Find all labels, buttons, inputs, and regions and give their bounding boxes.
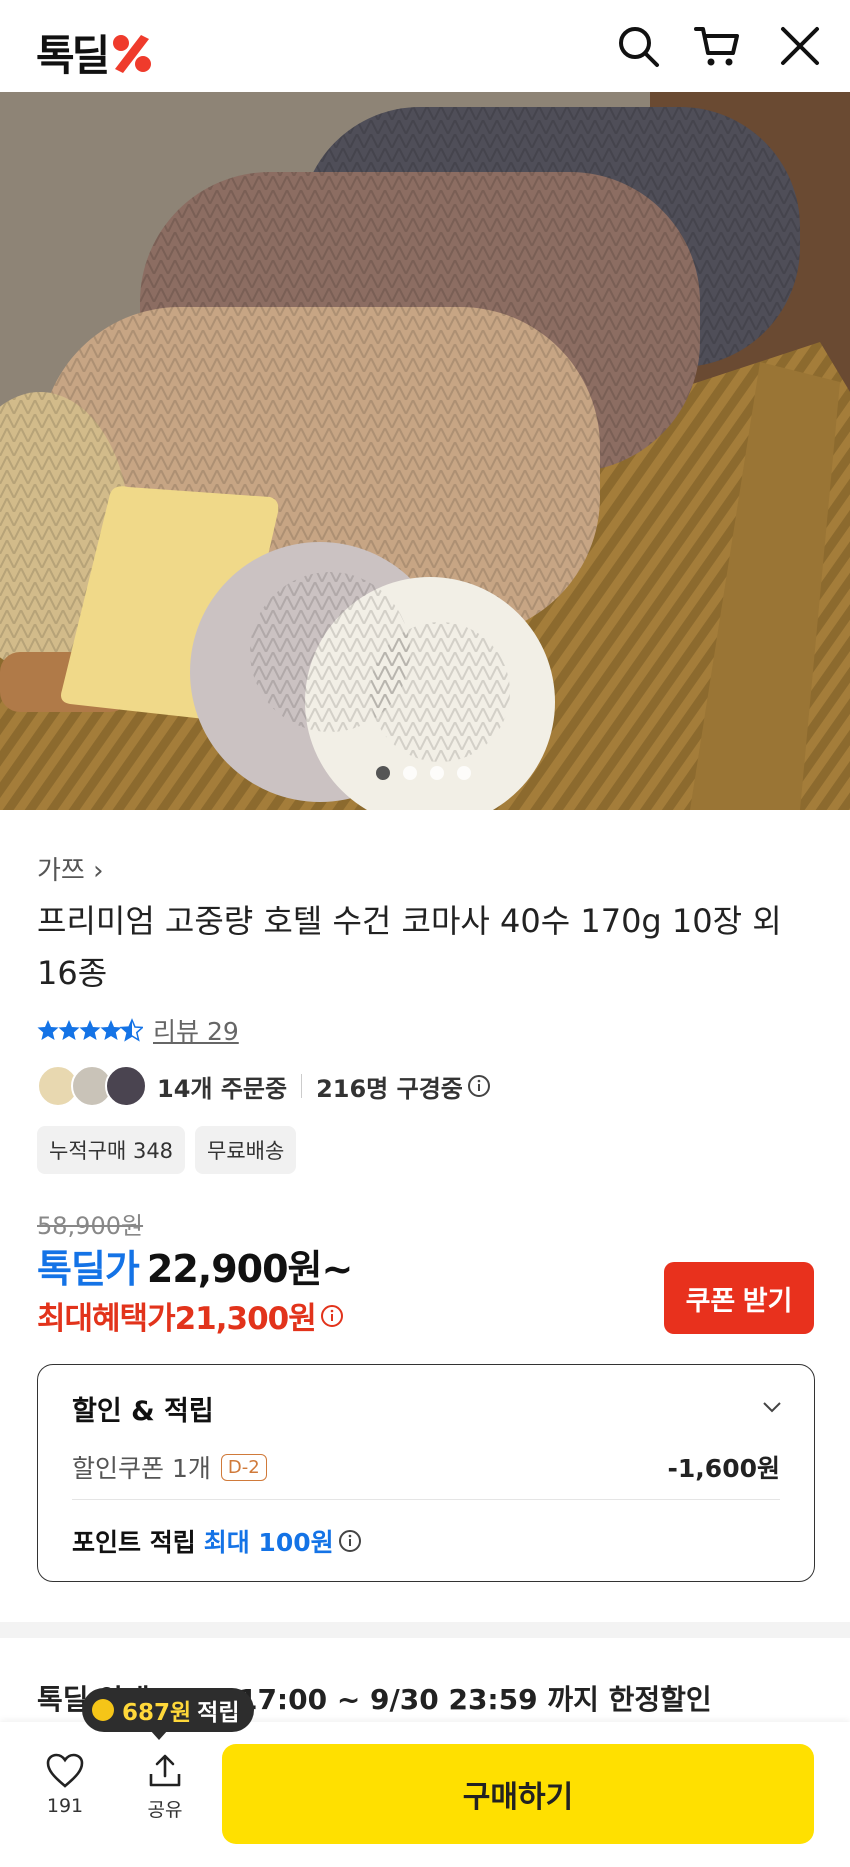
point-label: 포인트 적립 xyxy=(72,1528,196,1557)
info-icon[interactable] xyxy=(320,1304,344,1328)
deal-price-label: 톡딜가 xyxy=(37,1247,140,1291)
search-icon[interactable] xyxy=(614,22,662,70)
share-icon xyxy=(149,1754,181,1787)
max-benefit-label: 최대혜택가 xyxy=(37,1301,176,1337)
percent-logo-icon xyxy=(111,31,153,75)
discount-coupon-row: 할인쿠폰 1개 D-2 xyxy=(72,1449,267,1485)
brand-name: 가쯔 xyxy=(37,856,85,886)
pagination-dot[interactable] xyxy=(430,766,444,780)
logo-text: 톡딜 xyxy=(36,31,110,80)
chevron-right-icon: › xyxy=(93,856,104,886)
info-icon[interactable] xyxy=(338,1529,362,1553)
buy-button[interactable]: 구매하기 xyxy=(222,1744,814,1844)
logo[interactable]: 톡딜 xyxy=(36,22,153,83)
share-label: 공유 xyxy=(147,1799,183,1821)
benefits-title: 할인 & 적립 xyxy=(72,1396,214,1427)
bubble-tail xyxy=(150,1730,168,1740)
cart-icon[interactable] xyxy=(693,22,741,70)
get-coupon-button[interactable]: 쿠폰 받기 xyxy=(664,1262,814,1334)
heart-icon xyxy=(46,1753,84,1788)
coin-icon xyxy=(92,1699,114,1721)
brand-link[interactable]: 가쯔 › xyxy=(37,850,104,887)
pagination-dot[interactable] xyxy=(403,766,417,780)
pagination-dot[interactable] xyxy=(457,766,471,780)
max-benefit-price: 21,300원 xyxy=(174,1301,317,1337)
point-max: 최대 100원 xyxy=(203,1528,334,1557)
deal-price: 22,900원~ xyxy=(146,1247,353,1291)
chevron-down-icon[interactable] xyxy=(760,1395,784,1419)
divider xyxy=(301,1074,303,1098)
top-header: 톡딜 xyxy=(0,0,850,92)
point-reward-suffix: 적립 xyxy=(197,1700,240,1726)
ordering-count: 14개 주문중 xyxy=(157,1074,288,1103)
pagination-dot[interactable] xyxy=(376,766,390,780)
original-price: 58,900원 xyxy=(37,1212,144,1240)
point-row: 포인트 적립 최대 100원 xyxy=(72,1523,362,1559)
like-button[interactable]: 191 xyxy=(25,1752,105,1817)
tag-cumulative-purchases: 누적구매 348 xyxy=(37,1126,186,1174)
divider xyxy=(72,1499,780,1500)
review-link[interactable]: 리뷰 29 xyxy=(153,1012,239,1048)
point-reward-amount: 687원 xyxy=(122,1700,192,1726)
avatar xyxy=(105,1065,147,1107)
tag-list: 누적구매 348 무료배송 xyxy=(37,1126,297,1174)
section-divider xyxy=(0,1622,850,1638)
bottom-action-bar: 191 공유 구매하기 xyxy=(0,1722,850,1867)
point-reward-bubble: 687원 적립 xyxy=(82,1688,254,1732)
product-image[interactable] xyxy=(0,92,850,810)
share-button[interactable]: 공유 xyxy=(125,1752,205,1822)
max-benefit-row: 최대혜택가 21,300원 xyxy=(37,1293,344,1338)
like-count: 191 xyxy=(46,1795,84,1817)
discount-coupon-amount: -1,600원 xyxy=(667,1454,780,1483)
benefits-card[interactable]: 할인 & 적립 할인쿠폰 1개 D-2 -1,600원 포인트 적립 최대 10… xyxy=(37,1364,815,1582)
d-day-badge: D-2 xyxy=(220,1453,267,1481)
product-title: 프리미엄 고중량 호텔 수건 코마사 40수 170g 10장 외 16종 xyxy=(37,902,782,992)
info-icon[interactable] xyxy=(467,1074,491,1098)
image-pagination[interactable] xyxy=(376,766,471,780)
tag-free-shipping: 무료배송 xyxy=(195,1126,297,1174)
social-proof: 14개 주문중 216명 구경중 xyxy=(37,1065,491,1107)
deal-price-row: 톡딜가 22,900원~ xyxy=(37,1238,353,1293)
watching-count: 216명 구경중 xyxy=(316,1074,463,1103)
star-rating-icon xyxy=(37,1019,143,1041)
close-icon[interactable] xyxy=(776,22,824,70)
discount-coupon-label: 할인쿠폰 1개 xyxy=(72,1454,211,1483)
rating: 리뷰 29 xyxy=(37,1012,239,1048)
